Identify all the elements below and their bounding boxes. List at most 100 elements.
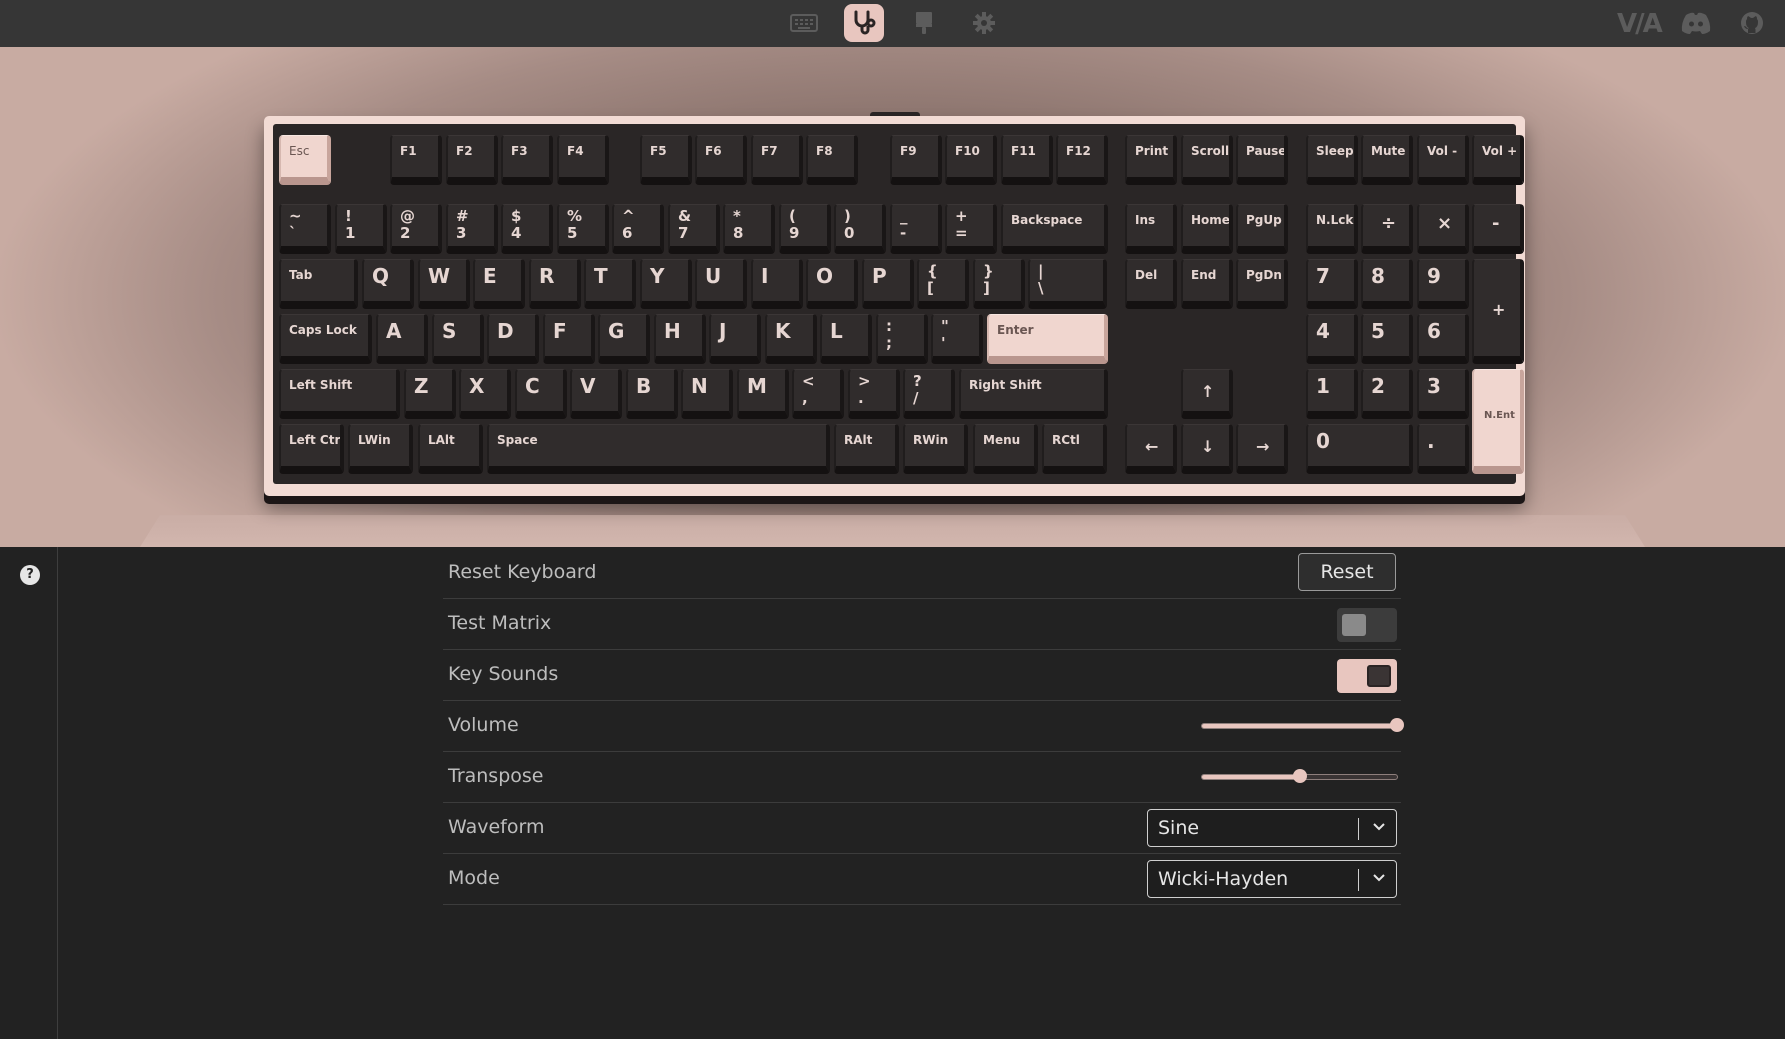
key-96[interactable]: LWin xyxy=(348,424,413,474)
key-54[interactable]: | \ xyxy=(1028,259,1107,309)
key-82[interactable]: V xyxy=(570,369,622,419)
key-83[interactable]: B xyxy=(626,369,678,419)
key-34[interactable]: Ins xyxy=(1125,204,1177,254)
key-100[interactable]: RWin xyxy=(903,424,968,474)
help-icon[interactable]: ? xyxy=(20,565,40,585)
key-50[interactable]: O xyxy=(806,259,858,309)
key-7[interactable]: F7 xyxy=(751,135,803,185)
key-74[interactable]: Enter xyxy=(987,314,1108,364)
key-93[interactable]: 3 xyxy=(1417,369,1469,419)
discord-icon[interactable] xyxy=(1676,4,1716,42)
key-80[interactable]: X xyxy=(459,369,511,419)
key-56[interactable]: End xyxy=(1181,259,1233,309)
key-52[interactable]: {[ xyxy=(917,259,969,309)
key-75[interactable]: 4 xyxy=(1306,314,1358,364)
key-98[interactable]: Space xyxy=(487,424,830,474)
key-48[interactable]: U xyxy=(695,259,747,309)
key-89[interactable]: Right Shift xyxy=(959,369,1108,419)
key-19[interactable]: Vol + xyxy=(1472,135,1524,185)
key-44[interactable]: E xyxy=(473,259,525,309)
transpose-slider[interactable] xyxy=(1201,769,1398,783)
key-14[interactable]: Scroll xyxy=(1181,135,1233,185)
key-32[interactable]: + = xyxy=(945,204,997,254)
key-72[interactable]: :; xyxy=(876,314,928,364)
key-42[interactable]: Q xyxy=(362,259,414,309)
key-58[interactable]: 7 xyxy=(1306,259,1358,309)
keyboard-icon[interactable] xyxy=(784,4,824,42)
key-13[interactable]: Print xyxy=(1125,135,1177,185)
key-sounds-toggle[interactable] xyxy=(1337,659,1397,693)
key-77[interactable]: 6 xyxy=(1417,314,1469,364)
key-28[interactable]: * 8 xyxy=(723,204,775,254)
key-8[interactable]: F8 xyxy=(806,135,858,185)
key-45[interactable]: R xyxy=(529,259,581,309)
design-icon[interactable] xyxy=(904,4,944,42)
key-97[interactable]: LAlt xyxy=(418,424,483,474)
key-18[interactable]: Vol - xyxy=(1417,135,1469,185)
key-20[interactable]: ~ ` xyxy=(279,204,331,254)
key-79[interactable]: Z xyxy=(404,369,456,419)
key-78[interactable]: Left Shift xyxy=(279,369,400,419)
key-6[interactable]: F6 xyxy=(695,135,747,185)
chevron-down-icon[interactable] xyxy=(1372,822,1386,832)
key-53[interactable]: }] xyxy=(973,259,1025,309)
key-61[interactable]: + xyxy=(1472,259,1524,364)
key-31[interactable]: _ - xyxy=(890,204,942,254)
key-59[interactable]: 8 xyxy=(1361,259,1413,309)
gear-icon[interactable] xyxy=(964,4,1004,42)
key-33[interactable]: Backspace xyxy=(1001,204,1108,254)
key-21[interactable]: ! 1 xyxy=(335,204,387,254)
key-68[interactable]: H xyxy=(654,314,706,364)
key-23[interactable]: #3 xyxy=(446,204,498,254)
key-27[interactable]: & 7 xyxy=(668,204,720,254)
stethoscope-icon[interactable] xyxy=(844,4,884,42)
key-25[interactable]: % 5 xyxy=(557,204,609,254)
key-90[interactable]: ↑ xyxy=(1181,369,1233,419)
key-38[interactable]: ÷ xyxy=(1361,204,1413,254)
key-15[interactable]: Pause xyxy=(1236,135,1288,185)
key-84[interactable]: N xyxy=(681,369,733,419)
key-30[interactable]: ) 0 xyxy=(834,204,886,254)
key-87[interactable]: >. xyxy=(848,369,900,419)
key-0[interactable]: Esc xyxy=(279,135,331,185)
key-17[interactable]: Mute xyxy=(1361,135,1413,185)
key-5[interactable]: F5 xyxy=(640,135,692,185)
key-41[interactable]: Tab xyxy=(279,259,358,309)
key-73[interactable]: " ' xyxy=(931,314,983,364)
key-37[interactable]: N.Lck xyxy=(1306,204,1358,254)
key-106[interactable]: 0 xyxy=(1306,424,1413,474)
key-104[interactable]: ↓ xyxy=(1181,424,1233,474)
key-81[interactable]: C xyxy=(515,369,567,419)
key-67[interactable]: G xyxy=(598,314,650,364)
key-99[interactable]: RAlt xyxy=(834,424,899,474)
key-66[interactable]: F xyxy=(543,314,595,364)
key-49[interactable]: I xyxy=(751,259,803,309)
key-86[interactable]: <, xyxy=(792,369,844,419)
slider-thumb[interactable] xyxy=(1390,718,1404,732)
slider-thumb[interactable] xyxy=(1292,769,1307,783)
key-92[interactable]: 2 xyxy=(1361,369,1413,419)
key-65[interactable]: D xyxy=(487,314,539,364)
volume-slider[interactable] xyxy=(1201,718,1404,732)
key-85[interactable]: M xyxy=(737,369,789,419)
key-10[interactable]: F10 xyxy=(945,135,997,185)
key-43[interactable]: W xyxy=(418,259,470,309)
key-71[interactable]: L xyxy=(820,314,872,364)
key-88[interactable]: ? / xyxy=(903,369,955,419)
key-60[interactable]: 9 xyxy=(1417,259,1469,309)
key-39[interactable]: × xyxy=(1417,204,1469,254)
key-101[interactable]: Menu xyxy=(973,424,1038,474)
key-102[interactable]: RCtl xyxy=(1042,424,1107,474)
github-icon[interactable] xyxy=(1732,4,1772,42)
key-55[interactable]: Del xyxy=(1125,259,1177,309)
key-91[interactable]: 1 xyxy=(1306,369,1358,419)
key-35[interactable]: Home xyxy=(1181,204,1233,254)
test-matrix-toggle[interactable] xyxy=(1337,608,1397,642)
key-95[interactable]: Left Ctrl xyxy=(279,424,344,474)
key-1[interactable]: F1 xyxy=(390,135,442,185)
key-94[interactable]: N.Ent xyxy=(1472,369,1524,474)
key-16[interactable]: Sleep xyxy=(1306,135,1358,185)
key-63[interactable]: A xyxy=(376,314,428,364)
key-76[interactable]: 5 xyxy=(1361,314,1413,364)
key-103[interactable]: ← xyxy=(1125,424,1177,474)
